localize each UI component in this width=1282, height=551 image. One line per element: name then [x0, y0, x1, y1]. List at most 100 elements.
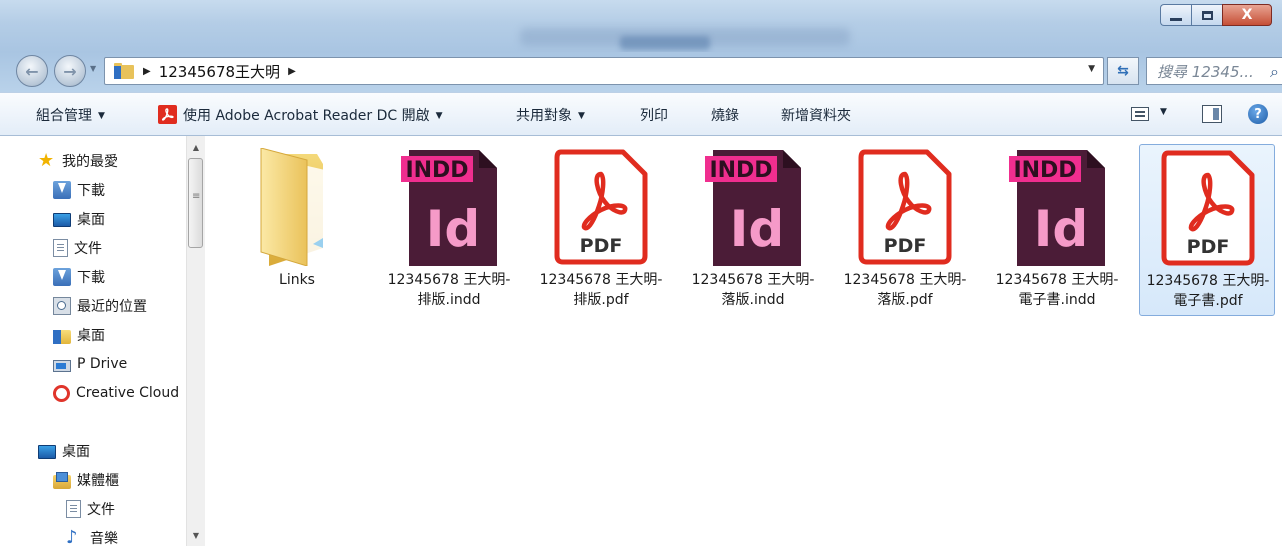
- scroll-up-icon[interactable]: ▲: [187, 138, 205, 156]
- file-item-folder[interactable]: Links: [229, 144, 365, 316]
- downloads-icon: [53, 268, 71, 286]
- folder-icon: [53, 329, 71, 344]
- organize-menu[interactable]: 組合管理 ▼: [36, 105, 105, 125]
- sidebar-item-desktop[interactable]: 桌面: [53, 206, 105, 232]
- help-icon[interactable]: ?: [1248, 104, 1268, 124]
- address-dropdown-icon[interactable]: ▼: [1088, 64, 1095, 74]
- sidebar-item-label: 我的最愛: [62, 154, 118, 170]
- file-item-indd[interactable]: INDD Id 12345678 王大明-電子書.indd: [989, 144, 1125, 316]
- pdf-file-icon: PDF: [1161, 150, 1255, 266]
- sidebar-item-documents[interactable]: 文件: [53, 235, 102, 261]
- maximize-button[interactable]: [1191, 4, 1222, 26]
- indesign-file-icon: INDD Id: [1009, 150, 1105, 266]
- sidebar-item-label: 媒體櫃: [77, 473, 119, 489]
- refresh-button[interactable]: ⇆: [1107, 57, 1139, 85]
- breadcrumb-current-folder[interactable]: 12345678王大明: [159, 61, 280, 82]
- minimize-button[interactable]: [1160, 4, 1191, 26]
- organize-label: 組合管理: [36, 108, 92, 124]
- file-name: Links: [279, 272, 315, 288]
- open-with-acrobat-button[interactable]: 使用 Adobe Acrobat Reader DC 開啟 ▼: [158, 105, 443, 125]
- share-label: 共用對象: [516, 108, 572, 124]
- desktop-icon: [53, 213, 71, 227]
- chevron-down-icon: ▼: [435, 111, 443, 121]
- sidebar-item-creative-cloud[interactable]: Creative Cloud: [53, 380, 186, 406]
- sidebar-item-label: 下載: [77, 270, 105, 286]
- file-item-indd[interactable]: INDD Id 12345678 王大明-排版.indd: [381, 144, 517, 316]
- sidebar-item-p-drive[interactable]: P Drive: [53, 351, 127, 377]
- indd-badge-text: INDD: [1013, 158, 1076, 183]
- preview-pane-icon[interactable]: [1202, 105, 1222, 123]
- sidebar-item-label: 桌面: [77, 212, 105, 228]
- print-button[interactable]: 列印: [640, 105, 668, 125]
- sidebar-item-label: 下載: [77, 183, 105, 199]
- indd-badge-text: INDD: [405, 158, 468, 183]
- file-name: 12345678 王大明-排版.indd: [387, 272, 511, 308]
- address-row: ← → ▼ ▶ 12345678王大明 ▶ ▼ ⇆ 搜尋 12345... ⌕: [0, 52, 1282, 92]
- file-item-pdf[interactable]: PDF 12345678 王大明-落版.pdf: [837, 144, 973, 316]
- file-name: 12345678 王大明-電子書.pdf: [1146, 273, 1270, 309]
- share-menu[interactable]: 共用對象 ▼: [516, 105, 585, 125]
- sidebar-desktop-root[interactable]: 桌面: [38, 438, 90, 464]
- sidebar-item-downloads-2[interactable]: 下載: [53, 264, 105, 290]
- search-input[interactable]: 搜尋 12345... ⌕: [1146, 57, 1282, 85]
- open-with-label: 使用 Adobe Acrobat Reader DC 開啟: [183, 108, 430, 124]
- chevron-down-icon[interactable]: ▼: [1160, 107, 1167, 117]
- minimize-icon: [1170, 17, 1182, 21]
- file-list: Links INDD Id 12345678 王大明-排版.indd PDF 1…: [205, 136, 1282, 546]
- acrobat-icon: [158, 105, 177, 124]
- chevron-down-icon: ▼: [578, 111, 585, 121]
- indesign-file-icon: INDD Id: [401, 150, 497, 266]
- star-icon: ★: [38, 150, 55, 171]
- breadcrumb-separator-icon[interactable]: ▶: [143, 66, 151, 77]
- navigation-pane: ★ 我的最愛 下載 桌面 文件 下載 最近的位置 桌面 P Drive Crea…: [0, 136, 205, 547]
- library-icon: [53, 471, 71, 489]
- file-name: 12345678 王大明-落版.pdf: [843, 272, 967, 308]
- command-bar: 組合管理 ▼ 使用 Adobe Acrobat Reader DC 開啟 ▼ 共用對…: [0, 92, 1282, 136]
- sidebar-item-recent-places[interactable]: 最近的位置: [53, 293, 147, 319]
- scroll-thumb[interactable]: [188, 158, 203, 248]
- downloads-icon: [53, 181, 71, 199]
- file-item-pdf[interactable]: PDF 12345678 王大明-排版.pdf: [533, 144, 669, 316]
- pdf-label: PDF: [580, 235, 623, 257]
- network-drive-icon: [53, 360, 71, 372]
- breadcrumb-chevron-icon[interactable]: ▶: [288, 66, 296, 77]
- sidebar-item-libraries[interactable]: 媒體櫃: [53, 467, 119, 493]
- sidebar-item-desktop-folder[interactable]: 桌面: [53, 322, 105, 348]
- file-name: 12345678 王大明-排版.pdf: [539, 272, 663, 308]
- address-bar[interactable]: ▶ 12345678王大明 ▶ ▼: [104, 57, 1104, 85]
- forward-button[interactable]: →: [54, 55, 86, 87]
- burn-button[interactable]: 燒錄: [711, 105, 739, 125]
- back-button[interactable]: ←: [16, 55, 48, 87]
- folder-icon: [260, 148, 325, 266]
- document-icon: [66, 500, 81, 518]
- pdf-label: PDF: [884, 235, 927, 257]
- sidebar-favorites[interactable]: ★ 我的最愛: [38, 148, 118, 174]
- sidebar-item-label: 文件: [74, 241, 102, 257]
- background-blur: [620, 36, 710, 50]
- recent-pages-dropdown[interactable]: ▼: [90, 64, 96, 73]
- sidebar-item-music[interactable]: ♪ 音樂: [66, 525, 118, 551]
- file-item-indd[interactable]: INDD Id 12345678 王大明-落版.indd: [685, 144, 821, 316]
- document-icon: [53, 239, 68, 257]
- arrow-right-icon: →: [63, 61, 77, 81]
- arrow-left-icon: ←: [25, 61, 39, 81]
- file-item-pdf-selected[interactable]: PDF 12345678 王大明-電子書.pdf: [1139, 144, 1275, 316]
- sidebar-item-label: 桌面: [62, 444, 90, 460]
- indd-badge-text: INDD: [709, 158, 772, 183]
- refresh-icon: ⇆: [1117, 63, 1129, 79]
- sidebar-item-downloads[interactable]: 下載: [53, 177, 105, 203]
- sidebar-item-label: 最近的位置: [77, 299, 147, 315]
- nav-scrollbar[interactable]: ▲ ▼: [186, 136, 205, 546]
- change-view-icon[interactable]: [1131, 107, 1149, 121]
- maximize-icon: [1201, 10, 1213, 20]
- scroll-down-icon[interactable]: ▼: [187, 526, 205, 544]
- new-folder-button[interactable]: 新增資料夾: [781, 105, 851, 125]
- chevron-down-icon: ▼: [98, 111, 105, 121]
- sidebar-item-label: 文件: [87, 502, 115, 518]
- sidebar-item-library-documents[interactable]: 文件: [66, 496, 115, 522]
- search-icon[interactable]: ⌕: [1270, 62, 1279, 82]
- file-name: 12345678 王大明-落版.indd: [691, 272, 815, 308]
- folder-icon: [114, 63, 134, 79]
- close-button[interactable]: X: [1222, 4, 1272, 26]
- desktop-icon: [38, 445, 56, 459]
